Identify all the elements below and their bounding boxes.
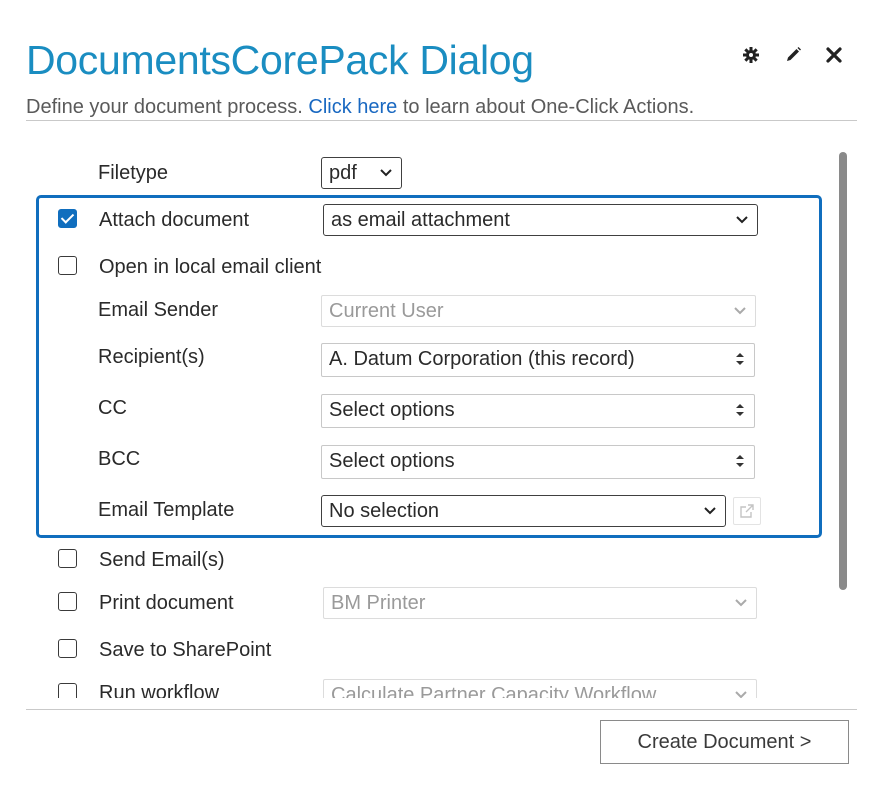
chevron-down-icon: [734, 307, 746, 315]
save-sharepoint-checkbox[interactable]: [58, 639, 77, 658]
bcc-select[interactable]: Select options: [321, 445, 755, 479]
chevron-down-icon: [736, 216, 748, 224]
bcc-value: Select options: [329, 450, 455, 472]
edit-icon[interactable]: [782, 44, 804, 66]
sort-arrows-icon: [736, 455, 744, 467]
attach-document-label: Attach document: [99, 209, 250, 231]
workflow-select: Calculate Partner Capacity Workflow: [323, 679, 757, 698]
open-template-button[interactable]: [733, 497, 761, 525]
run-workflow-checkbox[interactable]: [58, 683, 77, 698]
bcc-label: BCC: [98, 448, 141, 470]
scrollbar-thumb[interactable]: [839, 152, 847, 590]
email-template-value: No selection: [329, 500, 440, 522]
printer-select: BM Printer: [323, 587, 757, 619]
printer-value: BM Printer: [331, 592, 426, 614]
email-template-label: Email Template: [98, 499, 235, 521]
learn-more-link[interactable]: Click here: [308, 96, 397, 118]
run-workflow-label: Run workflow: [99, 682, 220, 698]
subtitle-prefix: Define your document process.: [26, 96, 303, 118]
header-divider: [26, 120, 857, 121]
subtitle: Define your document process. Click here…: [26, 96, 694, 119]
send-email-checkbox[interactable]: [58, 549, 77, 568]
email-sender-label: Email Sender: [98, 299, 219, 321]
recipients-label: Recipient(s): [98, 346, 205, 368]
sort-arrows-icon: [736, 404, 744, 416]
chevron-down-icon: [380, 169, 392, 177]
open-local-email-checkbox[interactable]: [58, 256, 77, 275]
workflow-value: Calculate Partner Capacity Workflow: [331, 684, 657, 698]
subtitle-suffix: to learn about One-Click Actions.: [402, 96, 695, 118]
cc-label: CC: [98, 397, 127, 419]
sort-arrows-icon: [736, 353, 744, 365]
save-sharepoint-label: Save to SharePoint: [99, 639, 272, 661]
email-sender-select: Current User: [321, 295, 756, 327]
footer-divider: [26, 709, 857, 710]
open-local-email-label: Open in local email client: [99, 256, 322, 278]
create-document-button[interactable]: Create Document >: [600, 720, 849, 764]
email-sender-value: Current User: [329, 300, 444, 322]
chevron-down-icon: [704, 507, 716, 515]
external-link-icon: [740, 504, 754, 518]
email-template-select[interactable]: No selection: [321, 495, 726, 527]
filetype-select[interactable]: pdf: [321, 157, 402, 189]
chevron-down-icon: [735, 691, 747, 698]
attach-method-select[interactable]: as email attachment: [323, 204, 758, 236]
gear-icon[interactable]: [740, 44, 762, 66]
cc-value: Select options: [329, 399, 455, 421]
print-document-label: Print document: [99, 592, 234, 614]
close-icon[interactable]: [823, 44, 845, 66]
filetype-value: pdf: [329, 162, 357, 184]
filetype-label: Filetype: [98, 162, 169, 184]
cc-select[interactable]: Select options: [321, 394, 755, 428]
recipients-select[interactable]: A. Datum Corporation (this record): [321, 343, 755, 377]
send-email-label: Send Email(s): [99, 549, 225, 571]
chevron-down-icon: [735, 599, 747, 607]
options-scroll-area[interactable]: Filetype pdf Attach document as email at…: [26, 140, 857, 698]
dialog-title: DocumentsCorePack Dialog: [26, 37, 534, 83]
attach-document-checkbox[interactable]: [58, 209, 77, 228]
recipients-value: A. Datum Corporation (this record): [329, 348, 635, 370]
attach-method-value: as email attachment: [331, 209, 510, 231]
print-document-checkbox[interactable]: [58, 592, 77, 611]
